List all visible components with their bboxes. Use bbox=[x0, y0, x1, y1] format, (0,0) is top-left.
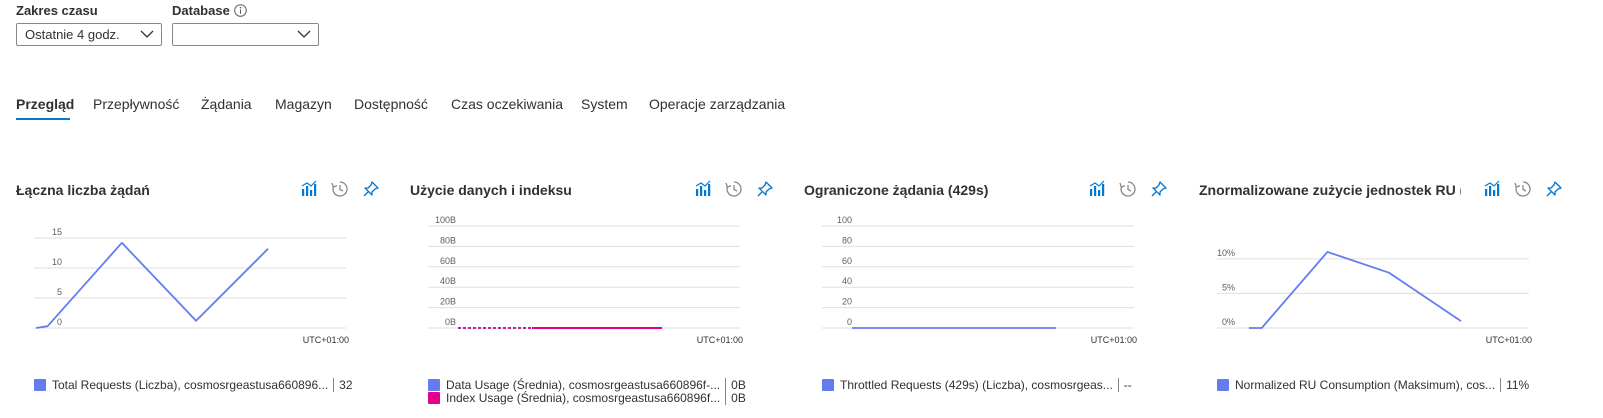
legend-item[interactable]: Total Requests (Liczba), cosmosrgeastusa… bbox=[34, 378, 353, 392]
y-tick-label: 5 bbox=[57, 287, 62, 297]
y-tick-label: 10% bbox=[1217, 248, 1235, 258]
tab-dostepnosc[interactable]: Dostępność bbox=[354, 96, 428, 112]
tab-czas-oczekiwania[interactable]: Czas oczekiwania bbox=[451, 96, 563, 112]
legend-swatch bbox=[428, 379, 440, 391]
history-icon[interactable] bbox=[1514, 180, 1532, 198]
chart-plot: 0B 20B 40B 60B 80B 100B UTC+01:00 bbox=[428, 215, 743, 345]
series-line bbox=[1249, 251, 1462, 329]
active-tab-indicator bbox=[16, 118, 70, 120]
legend-value: 0B bbox=[731, 378, 746, 392]
info-icon[interactable] bbox=[234, 4, 247, 17]
time-range-label-text: Zakres czasu bbox=[16, 3, 98, 18]
database-dropdown[interactable] bbox=[172, 23, 319, 46]
legend-series-name: Total Requests (Liczba), cosmosrgeastusa… bbox=[52, 378, 329, 392]
series-line bbox=[35, 241, 269, 329]
y-tick-label: 60 bbox=[842, 256, 852, 266]
legend-separator bbox=[333, 378, 335, 392]
timezone-label: UTC+01:00 bbox=[697, 335, 743, 345]
legend-series-name: Normalized RU Consumption (Maksimum), co… bbox=[1235, 378, 1496, 392]
y-tick-label: 20 bbox=[842, 297, 852, 307]
chart-title: Łączna liczba żądań bbox=[16, 182, 150, 198]
tab-magazyn[interactable]: Magazyn bbox=[275, 96, 332, 112]
legend-separator bbox=[1117, 378, 1119, 392]
open-metrics-icon[interactable] bbox=[1088, 180, 1106, 198]
time-range-value: Ostatnie 4 godz. bbox=[25, 27, 120, 42]
open-metrics-icon[interactable] bbox=[300, 180, 318, 198]
legend-series-name: Index Usage (Średnia), cosmosrgeastusa66… bbox=[446, 391, 721, 405]
tab-przeglad[interactable]: Przegląd bbox=[16, 96, 74, 112]
legend-item[interactable]: Throttled Requests (429s) (Liczba), cosm… bbox=[822, 378, 1132, 392]
chart-tile[interactable]: Ograniczone żądania (429s) 0 20 40 60 80 100 UT… bbox=[804, 175, 1184, 418]
chart-title: Znormalizowane zużycie jednostek RU (ma bbox=[1199, 182, 1461, 198]
chart-title: Ograniczone żądania (429s) bbox=[804, 182, 989, 198]
chart-tile[interactable]: Użycie danych i indeksu 0B 20B 40B 60B 80B 100… bbox=[410, 175, 790, 418]
time-range-label: Zakres czasu bbox=[16, 3, 98, 18]
time-range-dropdown[interactable]: Ostatnie 4 godz. bbox=[16, 23, 162, 46]
y-tick-label: 40 bbox=[842, 276, 852, 286]
y-tick-label: 0B bbox=[445, 317, 456, 327]
chart-title: Użycie danych i indeksu bbox=[410, 182, 572, 198]
chevron-down-icon bbox=[297, 30, 311, 38]
legend-value: 32 bbox=[339, 378, 353, 392]
legend-item[interactable]: Data Usage (Średnia), cosmosrgeastusa660… bbox=[428, 378, 746, 392]
pin-icon[interactable] bbox=[362, 180, 380, 198]
legend-separator bbox=[725, 378, 727, 392]
y-tick-label: 100B bbox=[435, 215, 456, 225]
y-tick-label: 10 bbox=[52, 257, 62, 267]
legend-separator bbox=[1500, 378, 1502, 392]
y-tick-label: 80 bbox=[842, 235, 852, 245]
chart-tile[interactable]: Znormalizowane zużycie jednostek RU (ma 0… bbox=[1199, 175, 1579, 418]
y-tick-label: 40B bbox=[440, 276, 456, 286]
y-tick-label: 0 bbox=[57, 317, 62, 327]
tab-system[interactable]: System bbox=[581, 96, 628, 112]
tab-przeplywnosc[interactable]: Przepływność bbox=[93, 96, 179, 112]
database-label-text: Database bbox=[172, 3, 230, 18]
y-tick-label: 15 bbox=[52, 227, 62, 237]
y-tick-label: 0 bbox=[847, 317, 852, 327]
y-tick-label: 0% bbox=[1222, 317, 1235, 327]
legend-item[interactable]: Normalized RU Consumption (Maksimum), co… bbox=[1217, 378, 1529, 392]
timezone-label: UTC+01:00 bbox=[303, 335, 349, 345]
tab-zadania[interactable]: Żądania bbox=[201, 96, 252, 112]
y-tick-label: 100 bbox=[837, 215, 852, 225]
legend-series-name: Data Usage (Średnia), cosmosrgeastusa660… bbox=[446, 378, 721, 392]
open-metrics-icon[interactable] bbox=[1483, 180, 1501, 198]
legend-series-name: Throttled Requests (429s) (Liczba), cosm… bbox=[840, 378, 1113, 392]
legend-value: 11% bbox=[1506, 378, 1530, 392]
chart-tile[interactable]: Łączna liczba żądań 0 5 10 15 UTC+01:00 Total … bbox=[16, 175, 396, 418]
legend-value: 0B bbox=[731, 391, 746, 405]
y-tick-label: 60B bbox=[440, 256, 456, 266]
chart-plot: 0% 5% 10% UTC+01:00 bbox=[1217, 248, 1532, 345]
legend-item[interactable]: Index Usage (Średnia), cosmosrgeastusa66… bbox=[428, 391, 746, 405]
tab-operacje-zarzadzania[interactable]: Operacje zarządzania bbox=[649, 96, 785, 112]
open-metrics-icon[interactable] bbox=[694, 180, 712, 198]
history-icon[interactable] bbox=[331, 180, 349, 198]
timezone-label: UTC+01:00 bbox=[1091, 335, 1137, 345]
y-tick-label: 5% bbox=[1222, 282, 1235, 292]
legend-swatch bbox=[1217, 379, 1229, 391]
history-icon[interactable] bbox=[1119, 180, 1137, 198]
y-tick-label: 20B bbox=[440, 297, 456, 307]
chart-plot: 0 5 10 15 UTC+01:00 bbox=[34, 227, 349, 345]
pin-icon[interactable] bbox=[756, 180, 774, 198]
history-icon[interactable] bbox=[725, 180, 743, 198]
legend-swatch bbox=[428, 392, 440, 404]
legend-swatch bbox=[822, 379, 834, 391]
pin-icon[interactable] bbox=[1150, 180, 1168, 198]
y-tick-label: 80B bbox=[440, 235, 456, 245]
database-label: Database bbox=[172, 3, 247, 18]
legend-separator bbox=[725, 391, 727, 405]
legend-value: -- bbox=[1123, 378, 1132, 392]
legend-swatch bbox=[34, 379, 46, 391]
chart-plot: 0 20 40 60 80 100 UTC+01:00 bbox=[822, 215, 1137, 345]
timezone-label: UTC+01:00 bbox=[1486, 335, 1532, 345]
pin-icon[interactable] bbox=[1545, 180, 1563, 198]
chevron-down-icon bbox=[140, 30, 154, 38]
